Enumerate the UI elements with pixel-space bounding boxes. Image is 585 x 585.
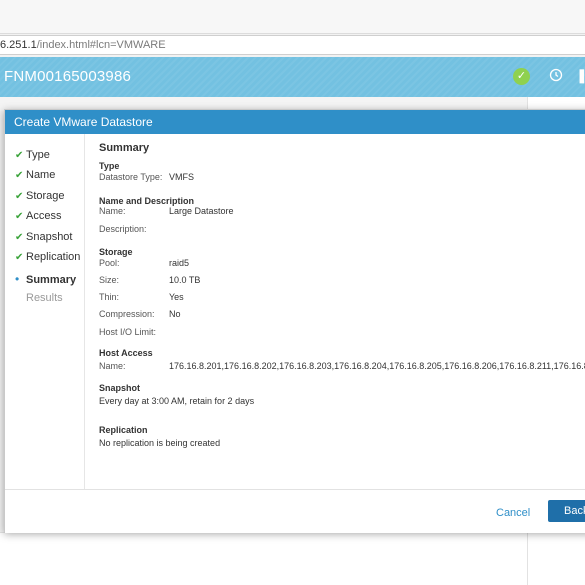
app-header: FNM00165003986 ✓ ❚ [0, 57, 585, 97]
step-storage[interactable]: ✔ Storage [15, 190, 65, 206]
step-access[interactable]: ✔ Access [15, 210, 61, 226]
host-io-limit-label: Host I/O Limit: [99, 327, 157, 337]
size-label: Size: [99, 275, 120, 285]
step-replication[interactable]: ✔ Replication [15, 251, 80, 267]
system-name: FNM00165003986 [4, 68, 132, 85]
snapshot-heading: Snapshot [99, 383, 141, 393]
description-label: Description: [99, 224, 147, 234]
host-access-heading: Host Access [99, 348, 153, 358]
back-button[interactable]: Back [548, 500, 585, 522]
more-icon[interactable]: ❚ [576, 67, 585, 85]
check-circle-icon[interactable]: ✓ [513, 68, 530, 85]
check-icon: ✔ [15, 170, 24, 181]
host-access-name-value: 176.16.8.201,176.16.8.202,176.16.8.203,1… [169, 361, 585, 371]
size-value: 10.0 TB [169, 275, 201, 285]
step-label: Access [26, 210, 62, 222]
pool-value: raid5 [169, 258, 190, 268]
step-label: Snapshot [26, 231, 73, 243]
datastore-type-label: Datastore Type: [99, 172, 163, 182]
check-icon: ✔ [15, 191, 24, 202]
name-value: Large Datastore [169, 206, 234, 216]
cancel-button[interactable]: Cancel [496, 507, 530, 519]
pool-label: Pool: [99, 258, 120, 268]
check-icon: ✔ [15, 232, 24, 243]
step-label: Summary [26, 274, 77, 286]
browser-top-strip [0, 0, 585, 34]
step-name[interactable]: ✔ Name [15, 169, 55, 185]
dialog-footer: Cancel Back [5, 489, 585, 533]
step-label: Replication [26, 251, 81, 263]
create-datastore-dialog: Create VMware Datastore ✔ Type ✔ Name ✔ Sto… [4, 109, 585, 533]
step-label: Results [26, 292, 63, 304]
check-icon: ✔ [15, 150, 24, 161]
background-bottom-pane [0, 532, 527, 585]
dialog-title: Create VMware Datastore [5, 110, 585, 134]
step-label: Type [26, 149, 50, 161]
step-type[interactable]: ✔ Type [15, 149, 50, 165]
replication-heading: Replication [99, 425, 148, 435]
datastore-type-value: VMFS [169, 172, 195, 182]
url-path: /index.html#lcn=VMWARE [36, 39, 166, 51]
compression-label: Compression: [99, 309, 155, 319]
address-bar[interactable]: 6.251.1/index.html#lcn=VMWARE [0, 35, 585, 55]
type-heading: Type [99, 161, 120, 171]
step-snapshot[interactable]: ✔ Snapshot [15, 231, 72, 247]
current-step-dot-icon: • [15, 272, 20, 286]
summary-title: Summary [99, 142, 150, 154]
storage-heading: Storage [99, 247, 133, 257]
name-heading: Name and Description [99, 196, 195, 206]
url-host: 6.251.1 [0, 39, 37, 51]
host-access-name-label: Name: [99, 361, 126, 371]
check-icon: ✔ [15, 211, 24, 222]
snapshot-text: Every day at 3:00 AM, retain for 2 days [99, 396, 255, 406]
compression-value: No [169, 309, 181, 319]
check-icon: ✔ [15, 252, 24, 263]
step-label: Name [26, 169, 56, 181]
replication-text: No replication is being created [99, 438, 221, 448]
wizard-steps: ✔ Type ✔ Name ✔ Storage ✔ Access ✔ Snapshot ✔… [5, 134, 85, 489]
step-label: Storage [26, 190, 65, 202]
step-summary[interactable]: • Summary [15, 272, 76, 288]
history-icon[interactable] [549, 68, 563, 82]
step-results: Results [15, 292, 63, 308]
name-label: Name: [99, 206, 126, 216]
thin-label: Thin: [99, 292, 120, 302]
thin-value: Yes [169, 292, 184, 302]
